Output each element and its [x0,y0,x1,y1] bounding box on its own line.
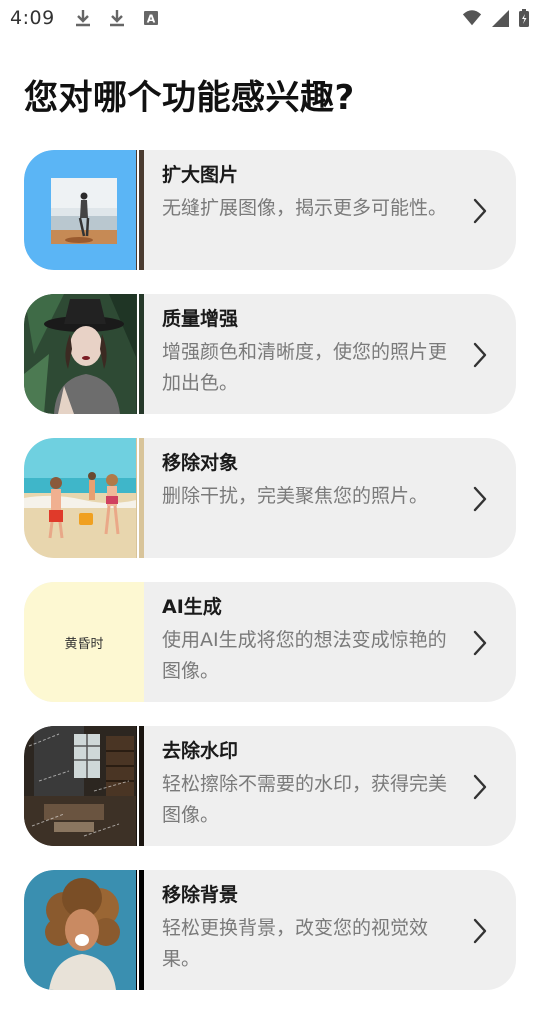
page-title: 您对哪个功能感兴趣? [24,78,355,118]
feature-card-expand-image[interactable]: 扩大图片 无缝扩展图像，揭示更多可能性。 [24,150,516,270]
feature-description: 轻松更换背景，改变您的视觉效果。 [162,917,429,970]
feature-title: 移除对象 [162,452,239,474]
kids-beach-image [24,438,144,558]
chevron-right-icon [473,198,487,224]
thumbnail-caption: 黄昏时 [64,636,104,652]
ai-generate-thumbnail: 黄昏时 [24,582,144,702]
svg-text:A: A [146,13,155,26]
download-icon [75,10,90,27]
chevron-right-icon [473,918,487,944]
chevron-right-icon [473,486,487,512]
chevron-right-icon [473,342,487,368]
a-icon: A [143,11,158,26]
beach-person-image [24,150,144,270]
feature-title: 质量增强 [162,308,239,330]
feature-description: 轻松擦除不需要的水印，获得完美图像。 [162,773,448,826]
feature-title: 去除水印 [162,740,239,762]
download-icon [109,10,124,27]
battery-icon [519,9,529,27]
room-watermark-image [24,726,144,846]
feature-description: 无缝扩展图像，揭示更多可能性。 [162,197,448,219]
feature-list: 扩大图片 无缝扩展图像，揭示更多可能性。 质量增强 增强颜色和清晰度，使您的照片… [24,150,516,1014]
feature-card-remove-object[interactable]: 移除对象 删除干扰，完美聚焦您的照片。 [24,438,516,558]
feature-card-remove-watermark[interactable]: 去除水印 轻松擦除不需要的水印，获得完美图像。 [24,726,516,846]
signal-icon [492,10,509,27]
curly-hair-person-image [24,870,144,990]
feature-description: 删除干扰，完美聚焦您的照片。 [162,485,429,507]
feature-title: 移除背景 [162,884,239,906]
status-bar: 4:09 A [0,0,540,36]
feature-card-quality-enhance[interactable]: 质量增强 增强颜色和清晰度，使您的照片更加出色。 [24,294,516,414]
feature-card-ai-generate[interactable]: 黄昏时 AI生成 使用AI生成将您的想法变成惊艳的图像。 [24,582,516,702]
feature-description: 增强颜色和清晰度，使您的照片更加出色。 [162,341,448,394]
feature-title: 扩大图片 [162,164,239,186]
feature-description: 使用AI生成将您的想法变成惊艳的图像。 [162,629,447,682]
chevron-right-icon [473,774,487,800]
status-time: 4:09 [10,7,55,29]
chevron-right-icon [473,630,487,656]
feature-title: AI生成 [162,596,222,618]
portrait-hat-image [24,294,144,414]
wifi-icon [462,10,482,26]
feature-card-remove-background[interactable]: 移除背景 轻松更换背景，改变您的视觉效果。 [24,870,516,990]
